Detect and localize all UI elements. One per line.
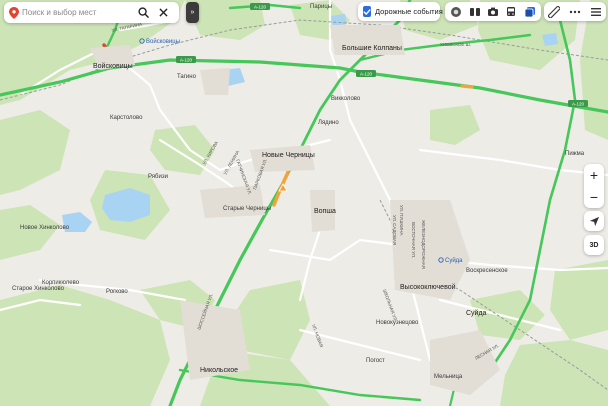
town-label: Большие Колпаны (342, 45, 402, 52)
road-shield-label: А-120 (360, 71, 373, 76)
locate-panel (584, 211, 604, 231)
bus-icon (507, 6, 516, 16)
zoom-out-button[interactable]: − (584, 186, 604, 208)
tools-panel (544, 2, 606, 21)
layer-buttons (445, 2, 541, 21)
village-label: Рябизи (148, 174, 168, 180)
village-label: Пижма (565, 151, 585, 157)
street-label: ВОСТОЧНАЯ УЛ. (411, 222, 416, 258)
village-label: Карстолово (110, 115, 143, 121)
3d-mode-button[interactable]: 3D (584, 235, 604, 255)
station-label[interactable]: Войсковицы (146, 38, 180, 45)
search-icon (137, 7, 149, 18)
panorama-icon (451, 6, 462, 17)
village-label: Новокузнецово (376, 320, 419, 326)
clear-button[interactable] (154, 4, 172, 22)
road-shield-label: А-120 (254, 4, 267, 9)
transit-icon (469, 7, 480, 16)
village-label: Парицы (310, 4, 332, 10)
menu-button[interactable] (588, 4, 603, 19)
traffic-events-toggle[interactable]: Дорожные события (358, 2, 443, 21)
locate-me-button[interactable] (584, 211, 604, 231)
transit-button[interactable] (468, 5, 482, 19)
street-label: ХИЕВСКОЕ Ш. (440, 42, 471, 47)
road-shield-label: А-120 (572, 101, 585, 106)
village-label: Рогково (106, 289, 128, 295)
close-icon (158, 8, 168, 17)
village-label: Викколово (331, 96, 361, 102)
search-input[interactable] (22, 8, 132, 17)
traffic-checkbox[interactable] (363, 6, 371, 17)
camera-icon (487, 7, 498, 16)
panorama-button[interactable] (449, 5, 463, 19)
town-label: Никольское (200, 367, 238, 374)
collapse-panel-button[interactable]: » (186, 2, 199, 23)
road-shield-label: А-120 (180, 57, 193, 62)
station-label[interactable]: Суйда (445, 257, 463, 264)
more-icon (569, 10, 581, 13)
town-label: Новые Черницы (262, 152, 315, 159)
menu-icon (590, 7, 601, 16)
street-label: УЛ. ПУШКИНА (399, 205, 404, 236)
street-label: ЖЕЛЕЗНОДОРОЖНАЯ (421, 220, 426, 269)
ruler-icon (548, 5, 561, 18)
camera-button[interactable] (486, 5, 500, 19)
bus-button[interactable] (504, 5, 518, 19)
chevron-right-icon: » (190, 9, 195, 16)
village-label: Мельница (434, 374, 463, 380)
village-label: Воскресенское (466, 268, 508, 274)
more-button[interactable] (567, 4, 582, 19)
navigation-arrow-icon (589, 216, 599, 226)
village-label: Старые Черницы (223, 206, 271, 212)
village-label: Лядино (318, 120, 339, 126)
street-label: УЛ. САДОВАЯ (392, 215, 397, 245)
town-label: Суйда (466, 309, 487, 317)
map-pin-icon (9, 6, 19, 19)
village-label: Старое Хинколово (12, 286, 65, 292)
zoom-in-button[interactable]: + (584, 164, 604, 186)
map-canvas[interactable]: А-120 А-120 А-120 А-120 ХИЕВСКОЕ Ш. УЛ. … (0, 0, 608, 406)
town-label: Вопша (314, 208, 336, 215)
town-label: Высокоключевой (400, 283, 456, 291)
search-button[interactable] (134, 4, 152, 22)
village-label: Новое Хинколово (20, 225, 70, 231)
search-panel (4, 2, 179, 23)
ruler-button[interactable] (547, 4, 562, 19)
village-label: Погост (366, 358, 385, 364)
layers-icon (524, 6, 535, 17)
town-label: Войсковицы (93, 62, 133, 70)
checkmark-icon (363, 8, 371, 15)
layers-button[interactable] (523, 5, 537, 19)
zoom-controls: + − (584, 164, 604, 208)
traffic-label: Дорожные события (375, 7, 443, 16)
village-label: Тагино (177, 74, 197, 80)
